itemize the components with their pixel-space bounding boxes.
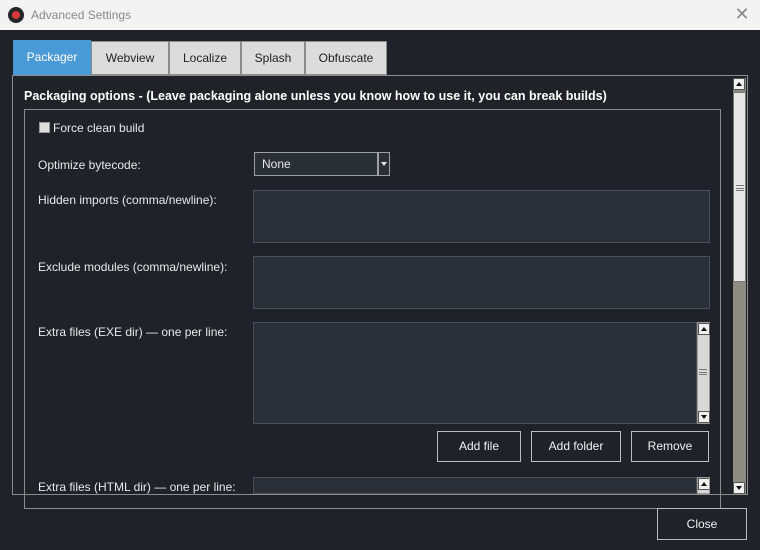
extra-exe-scrollbar[interactable] xyxy=(697,322,710,424)
optimize-label: Optimize bytecode: xyxy=(38,158,141,172)
force-clean-label: Force clean build xyxy=(53,121,145,135)
exclude-modules-label: Exclude modules (comma/newline): xyxy=(38,260,228,274)
hidden-imports-label: Hidden imports (comma/newline): xyxy=(38,193,217,207)
add-file-button[interactable]: Add file xyxy=(437,431,521,462)
scroll-down-icon[interactable] xyxy=(733,482,745,494)
chevron-down-icon[interactable] xyxy=(378,152,390,176)
tab-localize[interactable]: Localize xyxy=(169,41,241,75)
main-scrollbar[interactable] xyxy=(733,78,746,494)
remove-button[interactable]: Remove xyxy=(631,431,709,462)
app-logo-icon xyxy=(8,7,24,23)
close-button[interactable]: Close xyxy=(657,508,747,540)
scroll-up-icon[interactable] xyxy=(698,478,709,490)
extra-html-label: Extra files (HTML dir) — one per line: xyxy=(38,480,236,494)
section-title: Packaging options - (Leave packaging alo… xyxy=(24,89,607,103)
tab-splash[interactable]: Splash xyxy=(241,41,305,75)
scroll-grip-icon xyxy=(699,369,707,375)
extra-html-scrollbar[interactable] xyxy=(697,477,710,494)
scroll-grip-icon xyxy=(736,185,744,191)
tab-webview[interactable]: Webview xyxy=(91,41,169,75)
extra-html-input[interactable] xyxy=(253,477,697,494)
tab-packager[interactable]: Packager xyxy=(13,40,91,75)
tab-obfuscate[interactable]: Obfuscate xyxy=(305,41,387,75)
optimize-select[interactable]: None xyxy=(254,152,378,176)
scroll-thumb[interactable] xyxy=(733,92,746,282)
hidden-imports-input[interactable] xyxy=(253,190,710,243)
exclude-modules-input[interactable] xyxy=(253,256,710,309)
force-clean-checkbox[interactable] xyxy=(39,122,50,133)
scroll-up-icon[interactable] xyxy=(698,323,710,335)
window-title: Advanced Settings xyxy=(31,8,132,22)
add-folder-button[interactable]: Add folder xyxy=(531,431,621,462)
scroll-down-icon[interactable] xyxy=(698,411,710,423)
extra-exe-input[interactable] xyxy=(253,322,697,424)
extra-exe-label: Extra files (EXE dir) — one per line: xyxy=(38,325,228,339)
title-bar: Advanced Settings ✕ xyxy=(0,0,760,30)
scroll-up-icon[interactable] xyxy=(733,78,745,90)
close-icon[interactable]: ✕ xyxy=(733,5,751,23)
